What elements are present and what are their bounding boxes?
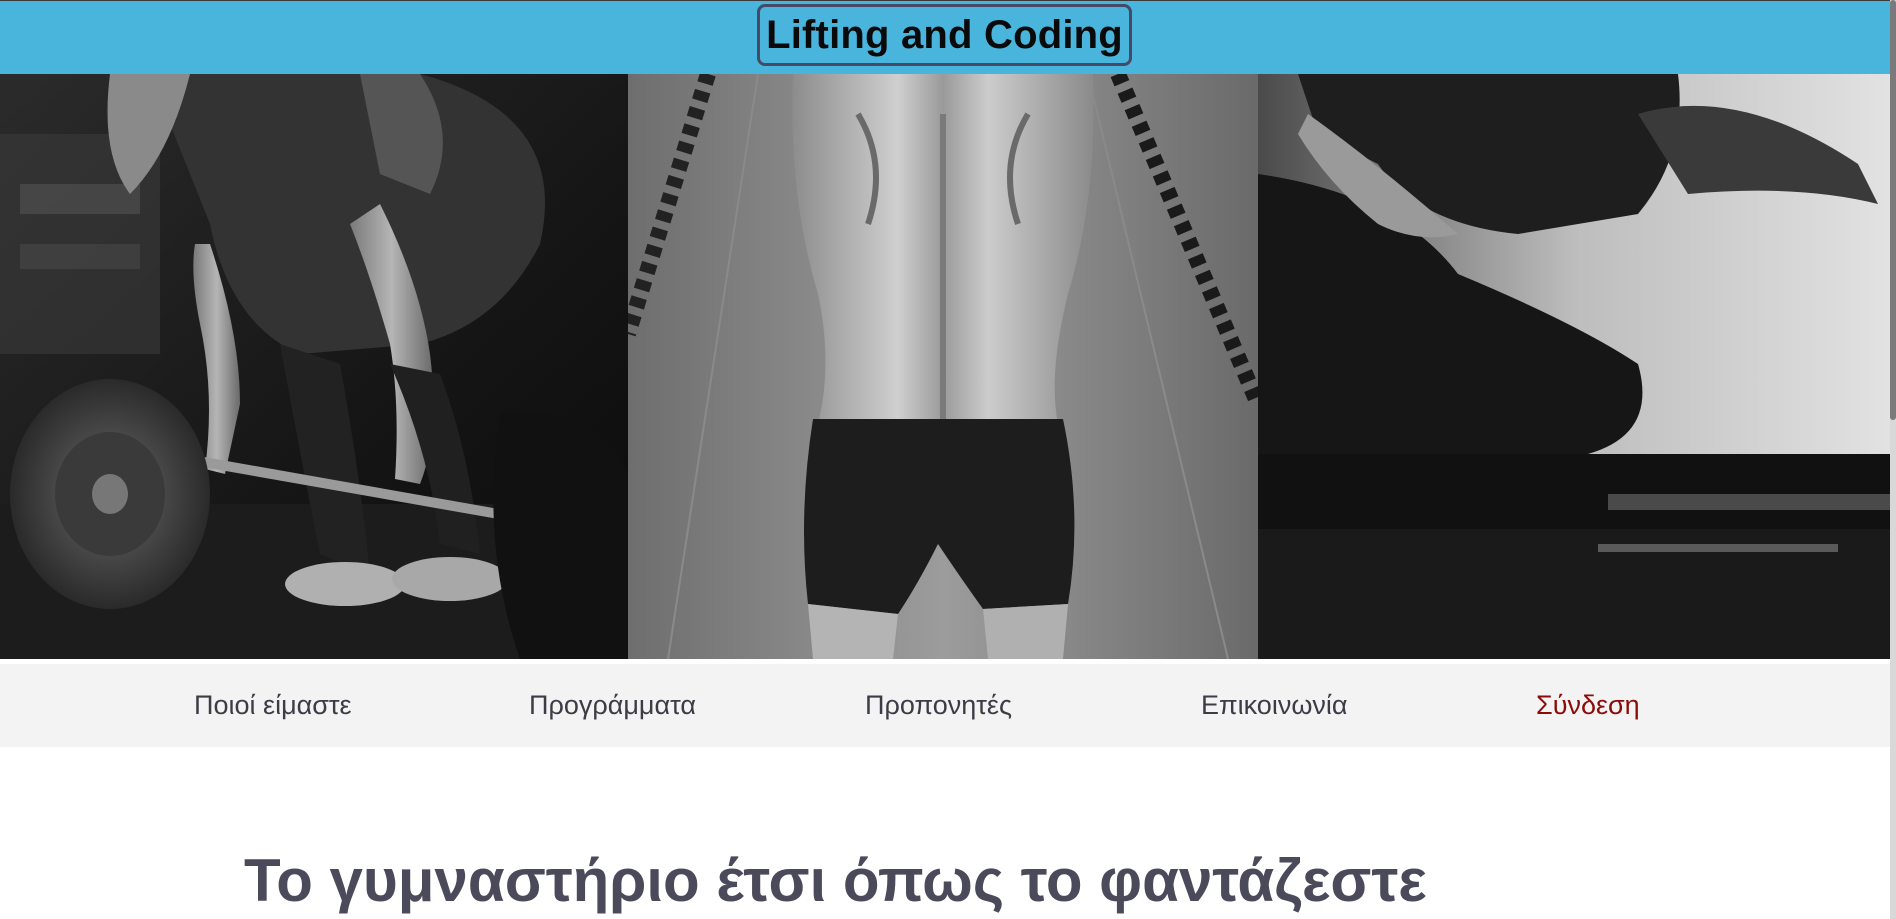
- hero-banner: [0, 74, 1890, 659]
- back-muscles-photo: [628, 74, 1258, 659]
- site-title[interactable]: Lifting and Coding: [757, 4, 1132, 66]
- header-bar: Lifting and Coding: [0, 0, 1890, 74]
- nav-item-who-we-are[interactable]: Ποιοί είμαστε: [194, 664, 352, 747]
- main-navigation: Ποιοί είμαστε Προγράμματα Προπονητές Επι…: [0, 664, 1890, 747]
- deadlift-photo: [0, 74, 628, 659]
- nav-item-login[interactable]: Σύνδεση: [1536, 664, 1640, 747]
- page: Lifting and Coding Ποιοί είμαστε Προγράμ…: [0, 0, 1896, 919]
- main-heading: Το γυμναστήριο έτσι όπως το φαντάζεστε: [244, 847, 1427, 914]
- nav-item-contact[interactable]: Επικοινωνία: [1201, 664, 1348, 747]
- pilates-reformer-photo: [1258, 74, 1890, 659]
- nav-item-programs[interactable]: Προγράμματα: [529, 664, 696, 747]
- vertical-scrollbar[interactable]: [1890, 0, 1896, 919]
- scrollbar-thumb[interactable]: [1890, 0, 1896, 420]
- nav-item-trainers[interactable]: Προπονητές: [865, 664, 1012, 747]
